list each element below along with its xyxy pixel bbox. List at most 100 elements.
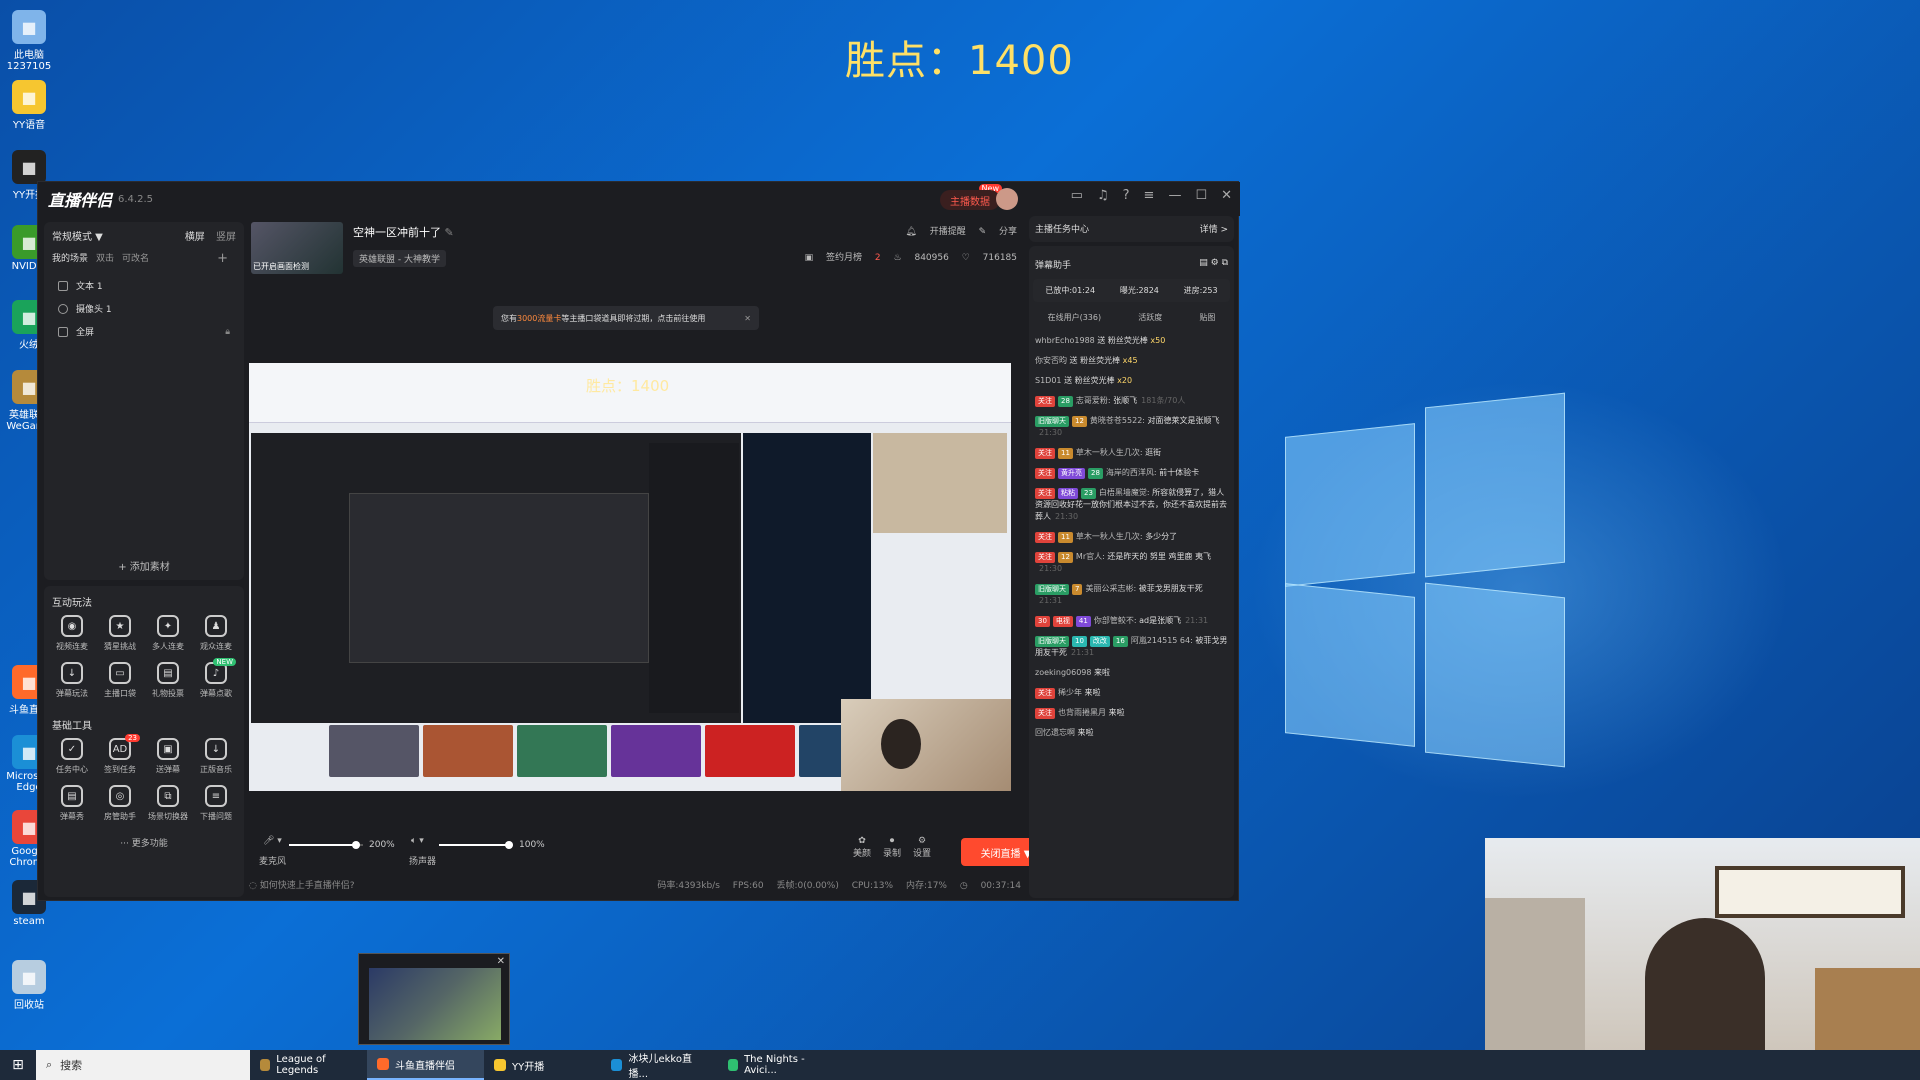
stream-preview[interactable]: 胜点：1400 bbox=[249, 363, 1011, 791]
more-features-button[interactable]: ··· 更多功能 bbox=[44, 832, 244, 849]
tool-download[interactable]: ↓ 弹幕玩法 bbox=[48, 662, 96, 699]
add-source-button[interactable]: + 添加素材 bbox=[44, 558, 244, 573]
tool-question[interactable]: ≡ 下播问题 bbox=[192, 785, 240, 822]
taskbar-search[interactable]: ⌕ 搜索 bbox=[36, 1050, 250, 1080]
taskbar-item[interactable]: 斗鱼直播伴侣 bbox=[367, 1050, 484, 1080]
monthly-rank[interactable]: ▣ 签约月榜 2 bbox=[805, 253, 881, 263]
lock-icon[interactable]: 🔒︎ bbox=[225, 327, 230, 337]
chat-username[interactable]: 阿嵐214515 64: bbox=[1131, 636, 1193, 645]
tool-shield[interactable]: ★ 猜星挑战 bbox=[96, 615, 144, 652]
chat-username[interactable]: 稀少年 bbox=[1058, 688, 1082, 697]
tool-ad[interactable]: AD 23 签到任务 bbox=[96, 734, 144, 775]
tab-stickers[interactable]: 贴图 bbox=[1199, 312, 1215, 323]
room-title[interactable]: 空神一区冲前十了 ✎ bbox=[353, 224, 454, 240]
start-button[interactable]: ⊞ bbox=[0, 1050, 36, 1080]
beauty-button[interactable]: ✿ 美颜 bbox=[847, 836, 877, 859]
desktop-icon[interactable]: ■ YY语音 bbox=[6, 80, 52, 131]
mode-select[interactable]: 常规模式 ▼ bbox=[52, 228, 103, 243]
chat-message[interactable]: 关注 11 草木一秋人生几次: 逛街 bbox=[1029, 443, 1234, 463]
chat-message[interactable]: 旧版聊天 7 美丽公采志彬: 被菲戈男朋友干死 21:31 bbox=[1029, 579, 1234, 611]
room-cover[interactable]: 已开启画面检测 bbox=[251, 222, 343, 274]
chat-message[interactable]: 旧版聊天 10 改改 16 阿嵐214515 64: 被菲戈男朋友干死 21:31 bbox=[1029, 631, 1234, 663]
chat-message[interactable]: 关注 也背雨捲黑月 来啦 bbox=[1029, 703, 1234, 723]
task-center-detail-link[interactable]: 详情 > bbox=[1200, 222, 1228, 235]
taskbar-item[interactable]: The Nights - Avici... bbox=[718, 1050, 835, 1080]
mic-icon[interactable]: 🎤︎ ▾ bbox=[263, 836, 282, 846]
menu-icon[interactable]: ≡ bbox=[1144, 188, 1155, 203]
notice-close-icon[interactable]: ✕ bbox=[744, 314, 751, 323]
desktop-icon[interactable]: ■ 回收站 bbox=[6, 960, 52, 1011]
speaker-volume-slider[interactable] bbox=[439, 841, 514, 849]
tool-gift-vote[interactable]: ▤ 礼物投票 bbox=[144, 662, 192, 699]
chat-message[interactable]: 关注 11 草木一秋人生几次: 多少分了 bbox=[1029, 527, 1234, 547]
room-category[interactable]: 英雄联盟 - 大神教学 bbox=[353, 250, 446, 267]
tool-song[interactable]: ♪ NEW 弹幕点歌 bbox=[192, 658, 240, 699]
tool-music-download[interactable]: ↓ 正版音乐 bbox=[192, 738, 240, 775]
tab-activity[interactable]: 活跃度 bbox=[1138, 312, 1162, 323]
share-button[interactable]: ✎ 分享 bbox=[979, 227, 1017, 237]
chat-username[interactable]: 草木一秋人生几次: bbox=[1076, 532, 1143, 541]
chat-message[interactable]: 关注 稀少年 来啦 bbox=[1029, 683, 1234, 703]
chat-username[interactable]: zoeking06098 bbox=[1035, 668, 1091, 677]
mic-volume-slider[interactable] bbox=[289, 841, 363, 849]
live-reminder-button[interactable]: 🔔︎ 开播提醒 bbox=[905, 227, 965, 237]
chat-message-list[interactable]: whbrEcho1988 送 粉丝荧光棒 x50 你安否昀 送 粉丝荧光棒 x45… bbox=[1029, 331, 1234, 743]
help-link[interactable]: ◌ 如何快速上手直播伴侣? bbox=[249, 881, 355, 891]
taskbar-thumbnail-preview[interactable]: ✕ bbox=[358, 953, 510, 1045]
orient-horizontal-tab[interactable]: 横屏 bbox=[185, 232, 205, 243]
chat-username[interactable]: 美丽公采志彬: bbox=[1085, 584, 1136, 593]
speaker-icon[interactable]: 🔈︎ ▾ bbox=[411, 836, 424, 846]
tab-online-users[interactable]: 在线用户(336) bbox=[1048, 312, 1102, 323]
taskbar-item[interactable]: 冰块儿ekko直播... bbox=[601, 1050, 718, 1080]
chat-username[interactable]: 也背雨捲黑月 bbox=[1058, 708, 1106, 717]
tool-task[interactable]: ✓ 任务中心 bbox=[48, 738, 96, 775]
speaker-volume-knob[interactable] bbox=[505, 841, 514, 849]
tool-scene-switch[interactable]: ⧉ 场景切换器 bbox=[144, 785, 192, 822]
orient-vertical-tab[interactable]: 竖屏 bbox=[216, 232, 236, 243]
tool-mic[interactable]: ◉ 视频连麦 bbox=[48, 615, 96, 652]
chat-username[interactable]: 黄晓苍苍5522: bbox=[1090, 416, 1145, 425]
chat-username[interactable]: 草木一秋人生几次: bbox=[1076, 448, 1143, 457]
tool-multi-mic[interactable]: ✦ 多人连麦 bbox=[144, 615, 192, 652]
add-scene-button[interactable]: + bbox=[217, 251, 228, 266]
close-icon[interactable]: ✕ bbox=[497, 956, 505, 967]
message-icon[interactable]: ▭ bbox=[1071, 188, 1083, 203]
avatar[interactable] bbox=[996, 188, 1018, 210]
chat-message[interactable]: whbrEcho1988 送 粉丝荧光棒 x50 bbox=[1029, 331, 1234, 351]
gear-icon[interactable]: ⚙ bbox=[1211, 258, 1219, 268]
chat-username[interactable]: S1D01 bbox=[1035, 376, 1062, 385]
chat-message[interactable]: 你安否昀 送 粉丝荧光棒 x45 bbox=[1029, 351, 1234, 371]
chat-message[interactable]: 关注 黄升亮 28 海岸的西洋风: 前十体验卡 bbox=[1029, 463, 1234, 483]
chat-message[interactable]: 回忆遗忘啊 来啦 bbox=[1029, 723, 1234, 743]
chat-message[interactable]: 关注 粘粘 23 白梧黑墙魔觉: 所容就侵算了，猎人资源回收好花一放你们根本过不去，你… bbox=[1029, 483, 1234, 527]
edit-icon[interactable]: ✎ bbox=[445, 226, 454, 239]
tool-audience[interactable]: ♟ 观众连麦 bbox=[192, 615, 240, 652]
source-item-fullscreen[interactable]: 全屏 🔒︎ bbox=[44, 320, 244, 343]
chat-username[interactable]: 志哥爱粉: bbox=[1076, 396, 1111, 405]
chat-message[interactable]: S1D01 送 粉丝荧光棒 x20 bbox=[1029, 371, 1234, 391]
tool-admin[interactable]: ◎ 房管助手 bbox=[96, 785, 144, 822]
record-button[interactable]: ⏺ 录制 bbox=[877, 836, 907, 859]
my-scene-tab[interactable]: 我的场景 bbox=[52, 251, 88, 266]
chat-username[interactable]: 你安否昀 bbox=[1035, 356, 1067, 365]
minimize-icon[interactable]: — bbox=[1168, 188, 1181, 203]
chat-username[interactable]: 海岸的西洋风: bbox=[1106, 468, 1157, 477]
expiry-notice[interactable]: 您有 3000流量卡 等主播口袋道具即将过期，点击前往使用 ✕ bbox=[493, 306, 759, 330]
tool-pocket[interactable]: ▭ 主播口袋 bbox=[96, 662, 144, 699]
chat-username[interactable]: Mr官人: bbox=[1076, 552, 1105, 561]
source-item-camera[interactable]: 摄像头 1 bbox=[44, 297, 244, 320]
chat-username[interactable]: 回忆遗忘啊 bbox=[1035, 728, 1075, 737]
headset-icon[interactable]: ♫ bbox=[1097, 188, 1109, 203]
chat-username[interactable]: 你部管鲛不: bbox=[1094, 616, 1137, 625]
settings-button[interactable]: ⚙ 设置 bbox=[907, 836, 937, 859]
desktop-icon[interactable]: ■ 此电脑 1237105 bbox=[6, 10, 52, 72]
streamer-data-button[interactable]: 主播数据 bbox=[940, 190, 1000, 210]
mic-volume-knob[interactable] bbox=[351, 841, 360, 849]
taskbar-item[interactable]: League of Legends bbox=[250, 1050, 367, 1080]
chat-message[interactable]: 旧版聊天 12 黄晓苍苍5522: 对面德莱文是张顺飞 21:30 bbox=[1029, 411, 1234, 443]
tool-barrage-show[interactable]: ▤ 弹幕秀 bbox=[48, 785, 96, 822]
source-item-text[interactable]: 文本 1 bbox=[44, 274, 244, 297]
chat-message[interactable]: 关注 28 志哥爱粉: 张顺飞 181条/70人 bbox=[1029, 391, 1234, 411]
tool-barrage[interactable]: ▣ 送弹幕 bbox=[144, 738, 192, 775]
chat-message[interactable]: 30 电视 41 你部管鲛不: ad是张顺飞 21:31 bbox=[1029, 611, 1234, 631]
